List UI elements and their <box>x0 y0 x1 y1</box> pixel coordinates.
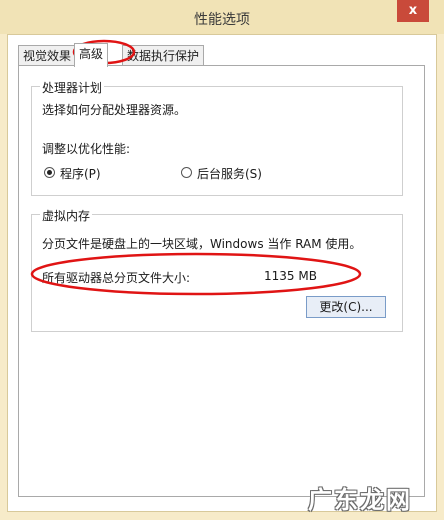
tab-visual-effects[interactable]: 视觉效果 <box>18 45 77 65</box>
window-frame: 性能选项 x 视觉效果 高级 数据执行保护 处理器计划 选择如何分配处理器资源。… <box>0 0 444 520</box>
title-bar: 性能选项 x <box>0 0 444 34</box>
processor-scheduling-title: 处理器计划 <box>40 79 105 96</box>
tab-data-execution-prevention[interactable]: 数据执行保护 <box>122 45 205 65</box>
optimize-performance-label: 调整以优化性能: <box>42 142 131 156</box>
processor-scheduling-description: 选择如何分配处理器资源。 <box>42 103 187 117</box>
paging-file-description: 分页文件是硬盘上的一块区域，Windows 当作 RAM 使用。 <box>42 237 362 251</box>
dialog-client-area: 视觉效果 高级 数据执行保护 处理器计划 选择如何分配处理器资源。 调整以优化性… <box>7 34 437 512</box>
advanced-tab-panel: 处理器计划 选择如何分配处理器资源。 调整以优化性能: 程序(P) 后台服务(S… <box>18 65 425 497</box>
site-watermark: 广东龙网 <box>308 486 412 514</box>
background-services-radio[interactable] <box>181 167 192 178</box>
programs-radio-label[interactable]: 程序(P) <box>60 165 101 182</box>
virtual-memory-title: 虚拟内存 <box>40 207 93 224</box>
background-services-radio-label[interactable]: 后台服务(S) <box>197 165 262 182</box>
tab-advanced[interactable]: 高级 <box>74 43 109 67</box>
processor-scheduling-group: 处理器计划 选择如何分配处理器资源。 调整以优化性能: 程序(P) 后台服务(S… <box>31 79 403 196</box>
close-button[interactable]: x <box>397 0 429 22</box>
total-paging-size-value: 1135 MB <box>264 269 317 283</box>
total-paging-size-label: 所有驱动器总分页文件大小: <box>42 271 191 285</box>
programs-radio[interactable] <box>44 167 55 178</box>
window-title: 性能选项 <box>194 12 250 28</box>
virtual-memory-group: 虚拟内存 分页文件是硬盘上的一块区域，Windows 当作 RAM 使用。 所有… <box>31 207 403 332</box>
change-button[interactable]: 更改(C)... <box>306 296 386 318</box>
